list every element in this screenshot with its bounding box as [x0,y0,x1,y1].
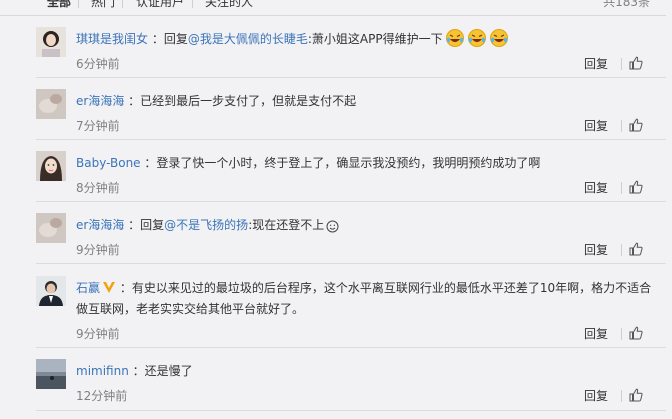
reply-prefix: 回复 [163,32,188,46]
comment-username[interactable]: 石赢 [76,281,100,295]
reply-button[interactable]: 回复 [584,387,608,404]
verified-v-badge-icon [100,281,116,295]
thumbs-up-icon[interactable] [629,242,643,256]
comment-item: Baby-Bone ：登录了快一个小时，终于登上了，确显示我没预约，我明明预约成… [36,151,666,202]
smile-emoji [324,218,339,233]
reply-button[interactable]: 回复 [584,117,608,134]
comment-panel: 全部 热门 认证用户 关注的人 共183条 琪琪是我闺女 ：回复@我是大佩佩的长… [0,0,666,419]
tab-verified-users[interactable]: 认证用户 [136,0,184,10]
comment-timestamp: 6分钟前 [76,57,120,71]
comment-item: 石赢 ：有史以来见过的最垃圾的后台程序，这个水平离互联网行业的最低水平还差了10… [36,276,666,348]
comment-timestamp: 8分钟前 [76,181,120,195]
thumbs-up-icon[interactable] [629,118,643,132]
action-divider [621,244,622,256]
thumbs-up-icon[interactable] [629,326,643,340]
action-divider [621,120,622,132]
tab-divider [78,0,79,8]
laughing-tears-emoji [443,29,509,47]
reply-button[interactable]: 回复 [584,179,608,196]
tab-divider [122,0,123,8]
comment-timestamp: 7分钟前 [76,119,120,133]
comment-item: er海海海 ：已经到最后一步支付了，但就是支付不起 7分钟前 回复 [36,89,666,140]
comment-item: mimifinn ：还是慢了 12分钟前 回复 [36,359,666,411]
comment-text: 登录了快一个小时，终于登上了，确显示我没预约，我明明预约成功了啊 [156,156,541,170]
comment-username[interactable]: Baby-Bone [76,156,141,170]
comment-timestamp: 12分钟前 [76,389,128,403]
comment-colon: ： [124,218,141,232]
comment-text: 还是慢了 [144,364,193,378]
tab-hot[interactable]: 热门 [91,0,115,10]
comment-colon: ： [128,364,145,378]
comment-filter-tabs: 全部 热门 认证用户 关注的人 共183条 [0,0,666,16]
comment-username[interactable]: 琪琪是我闺女 [76,32,148,46]
action-divider [621,182,622,194]
tab-all[interactable]: 全部 [47,0,71,10]
reply-button[interactable]: 回复 [584,325,608,342]
avatar[interactable] [36,213,66,243]
reply-prefix: 回复 [140,218,165,232]
avatar[interactable] [36,27,66,57]
avatar[interactable] [36,276,66,306]
reply-button[interactable]: 回复 [584,241,608,258]
mention-link[interactable]: @我是大佩佩的长睫毛 [188,32,308,46]
comment-item: er海海海 ：回复@不是飞扬的扬:现在还登不上 9分钟前 回复 [36,213,666,264]
tab-following[interactable]: 关注的人 [205,0,253,10]
comment-text: :萧小姐这APP得维护一下 [307,32,443,46]
comment-colon: ： [124,94,141,108]
thumbs-up-icon[interactable] [629,388,643,402]
comment-timestamp: 9分钟前 [76,327,120,341]
thumbs-up-icon[interactable] [629,180,643,194]
comment-total-count: 共183条 [603,0,650,9]
action-divider [621,328,622,340]
comment-text: 已经到最后一步支付了，但就是支付不起 [140,94,357,108]
comment-text: 有史以来见过的最垃圾的后台程序，这个水平离互联网行业的最低水平还差了10年啊，格… [76,281,652,316]
avatar[interactable] [36,89,66,119]
avatar[interactable] [36,151,66,181]
comment-text: :现在还登不上 [248,218,325,232]
comment-username[interactable]: er海海海 [76,94,124,108]
comment-item: 琪琪是我闺女 ：回复@我是大佩佩的长睫毛:萧小姐这APP得维护一下 6分钟前 回… [36,27,666,78]
mention-link[interactable]: @不是飞扬的扬 [164,218,248,232]
comment-username[interactable]: mimifinn [76,364,129,378]
comment-colon: ： [148,32,164,46]
action-divider [621,390,622,402]
thumbs-up-icon[interactable] [629,56,643,70]
avatar[interactable] [36,359,66,389]
action-divider [621,58,622,70]
tab-divider [192,0,193,8]
reply-button[interactable]: 回复 [584,55,608,72]
comment-colon: ： [116,281,132,295]
comment-username[interactable]: er海海海 [76,218,124,232]
comment-timestamp: 9分钟前 [76,243,120,257]
comment-colon: ： [140,156,157,170]
